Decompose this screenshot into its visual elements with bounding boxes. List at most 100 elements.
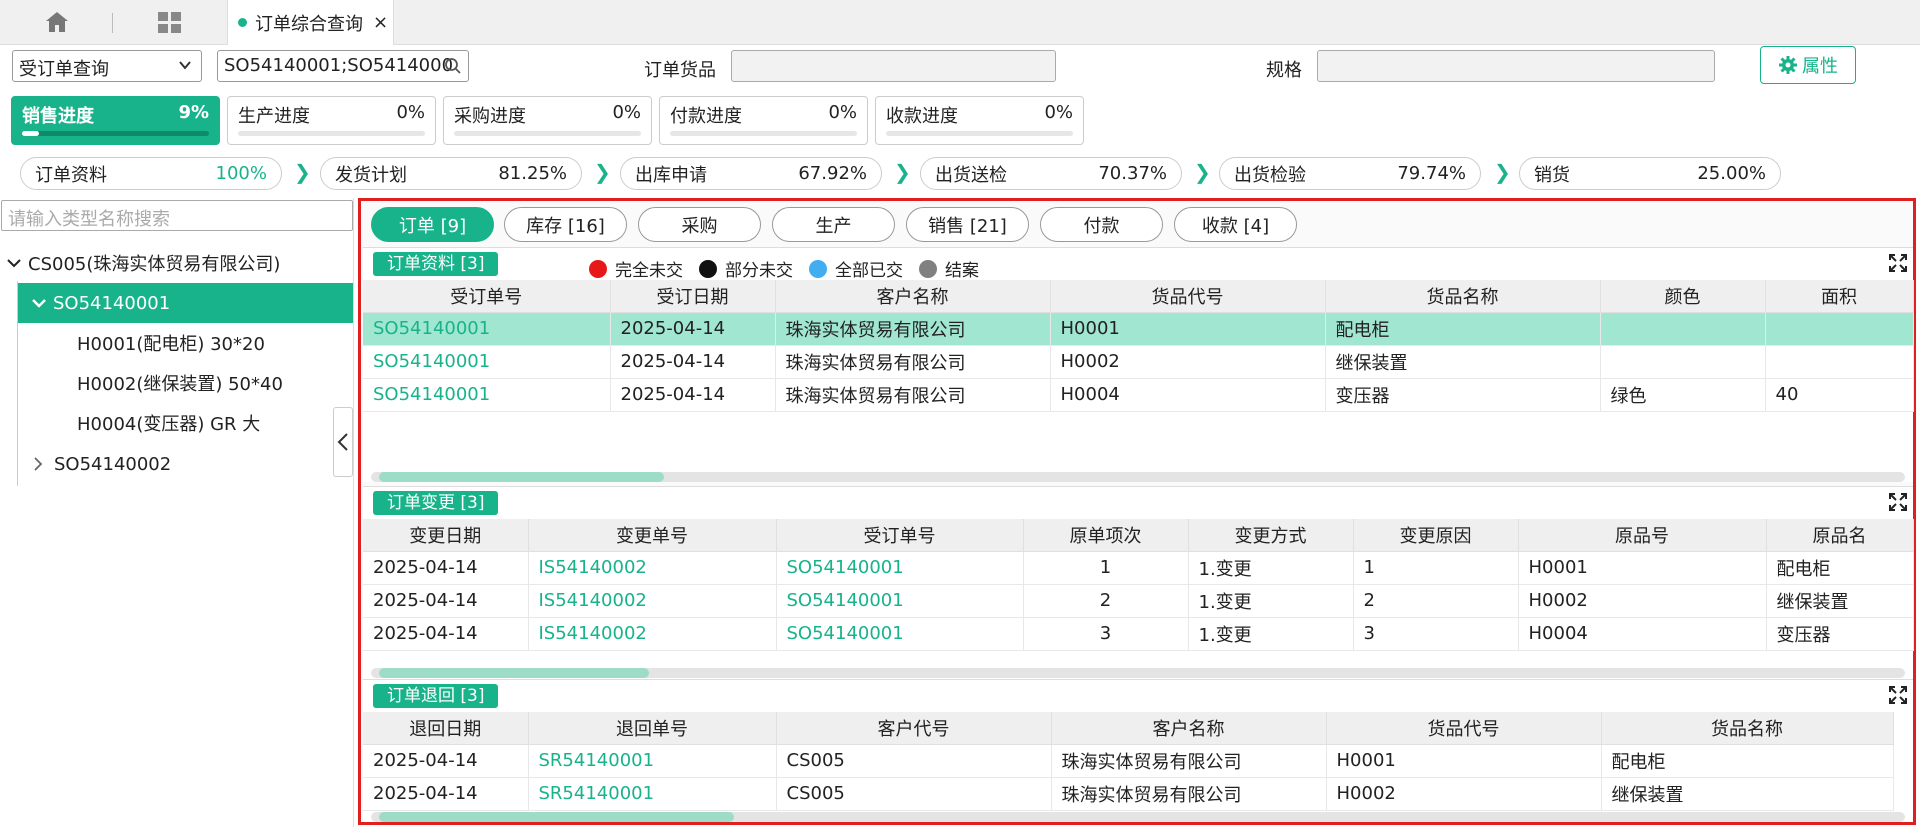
table-cell <box>1765 312 1914 346</box>
query-type-select[interactable]: 受订单查询 <box>12 50 202 82</box>
home-icon[interactable] <box>44 10 70 34</box>
tree-node-item[interactable]: H0004(变压器) GR 大 <box>77 403 260 443</box>
progress-card-purchase[interactable]: 采购进度 0% <box>443 96 652 145</box>
progress-card-production[interactable]: 生产进度 0% <box>227 96 436 145</box>
step-outbound-request[interactable]: 出库申请 67.92% <box>620 157 882 190</box>
progress-card-payment[interactable]: 付款进度 0% <box>659 96 868 145</box>
column-header[interactable]: 变更日期 <box>363 519 529 552</box>
tab-sales[interactable]: 销售 [21] <box>906 207 1029 242</box>
column-header[interactable]: 退回日期 <box>363 712 529 745</box>
legend-dot-black <box>699 259 717 278</box>
scrollbar-thumb[interactable] <box>379 812 734 822</box>
table-row[interactable]: SO54140001 2025-04-14 珠海实体贸易有限公司 H0001 配… <box>363 312 1914 346</box>
order-no-link[interactable]: SO54140001 <box>776 584 1024 618</box>
progress-card-collection[interactable]: 收款进度 0% <box>875 96 1084 145</box>
column-header[interactable]: 货品名称 <box>1601 712 1894 745</box>
close-icon[interactable]: × <box>373 12 388 33</box>
table-row[interactable]: 2025-04-14 IS54140002 SO54140001 2 1.变更 … <box>363 584 1914 618</box>
tab-label: 采购 <box>681 215 718 237</box>
column-header[interactable]: 面积 <box>1765 280 1914 313</box>
column-header[interactable]: 原单项次 <box>1023 519 1189 552</box>
step-shipment-inspection-submit[interactable]: 出货送检 70.37% <box>920 157 1182 190</box>
column-header[interactable]: 货品代号 <box>1326 712 1602 745</box>
table-row[interactable]: 2025-04-14 IS54140002 SO54140001 3 1.变更 … <box>363 617 1914 651</box>
chevron-down-icon[interactable] <box>6 255 22 271</box>
column-header[interactable]: 货品代号 <box>1050 280 1326 313</box>
change-no-link[interactable]: IS54140002 <box>528 551 777 585</box>
chevron-down-icon[interactable] <box>31 295 47 311</box>
column-header[interactable]: 原品号 <box>1518 519 1767 552</box>
step-delivery-plan[interactable]: 发货计划 81.25% <box>320 157 582 190</box>
order-no-link[interactable]: SO54140001 <box>363 378 611 412</box>
change-no-link[interactable]: IS54140002 <box>528 617 777 651</box>
order-no-link[interactable]: SO54140001 <box>363 312 611 346</box>
column-header[interactable]: 客户代号 <box>776 712 1052 745</box>
order-search-input[interactable]: SO54140001;SO5414000 <box>217 50 469 82</box>
tab-payment[interactable]: 付款 <box>1040 207 1163 242</box>
section-title: 订单资料 [3] <box>373 252 499 276</box>
step-shipment-inspection[interactable]: 出货检验 79.74% <box>1219 157 1481 190</box>
tree-search-input[interactable]: 请输入类型名称搜索 <box>1 200 353 231</box>
return-no-link[interactable]: SR54140001 <box>528 744 777 778</box>
table-cell: 1.变更 <box>1188 584 1354 618</box>
column-header[interactable]: 货品名称 <box>1325 280 1601 313</box>
horizontal-scrollbar[interactable] <box>371 472 1905 482</box>
tree-node-item[interactable]: H0002(继保装置) 50*40 <box>77 363 283 403</box>
order-no-link[interactable]: SO54140001 <box>363 345 611 379</box>
tab-collection[interactable]: 收款 [4] <box>1174 207 1297 242</box>
table-row[interactable]: SO54140001 2025-04-14 珠海实体贸易有限公司 H0004 变… <box>363 378 1914 412</box>
fullscreen-icon[interactable] <box>1889 254 1907 272</box>
tab-inventory[interactable]: 库存 [16] <box>504 207 627 242</box>
scrollbar-thumb[interactable] <box>379 472 664 482</box>
table-cell: 配电柜 <box>1766 551 1914 585</box>
column-header[interactable]: 退回单号 <box>528 712 777 745</box>
order-no-link[interactable]: SO54140001 <box>776 617 1024 651</box>
order-no-link[interactable]: SO54140001 <box>776 551 1024 585</box>
progress-card-sales[interactable]: 销售进度 9% <box>11 96 220 145</box>
spec-field[interactable] <box>1317 50 1715 82</box>
goods-field[interactable] <box>731 50 1056 82</box>
table-cell: 继保装置 <box>1601 777 1894 811</box>
column-header[interactable]: 变更方式 <box>1188 519 1354 552</box>
table-row[interactable]: 2025-04-14 SR54140001 CS005 珠海实体贸易有限公司 H… <box>363 777 1894 811</box>
column-header[interactable]: 受订日期 <box>610 280 776 313</box>
tab-label: 付款 <box>1083 215 1120 237</box>
column-header[interactable]: 客户名称 <box>1051 712 1327 745</box>
progress-bar <box>454 131 641 136</box>
column-header[interactable]: 原品名 <box>1766 519 1914 552</box>
tree-node-order[interactable]: SO54140002 <box>30 444 171 484</box>
fullscreen-icon[interactable] <box>1889 686 1907 704</box>
tree-node-item[interactable]: H0001(配电柜) 30*20 <box>77 323 265 363</box>
table-row[interactable]: SO54140001 2025-04-14 珠海实体贸易有限公司 H0002 继… <box>363 345 1914 379</box>
apps-grid-icon[interactable] <box>158 12 182 34</box>
step-sales[interactable]: 销货 25.00% <box>1519 157 1781 190</box>
table-row[interactable]: 2025-04-14 IS54140002 SO54140001 1 1.变更 … <box>363 551 1914 585</box>
column-header[interactable]: 受订单号 <box>363 280 611 313</box>
tree-node-order-selected[interactable]: SO54140001 <box>17 283 353 323</box>
collapse-panel-button[interactable] <box>333 407 353 477</box>
horizontal-scrollbar[interactable] <box>371 812 1905 822</box>
tab-purchase[interactable]: 采购 <box>638 207 761 242</box>
fullscreen-icon[interactable] <box>1889 493 1907 511</box>
scrollbar-thumb[interactable] <box>379 668 649 678</box>
step-value: 81.25% <box>498 163 567 184</box>
attribute-button[interactable]: 属性 <box>1760 46 1856 84</box>
tab-orders[interactable]: 订单 [9] <box>371 207 494 242</box>
step-order-info[interactable]: 订单资料 100% <box>20 157 282 190</box>
search-icon[interactable] <box>444 57 462 75</box>
change-no-link[interactable]: IS54140002 <box>528 584 777 618</box>
search-value: SO54140001;SO5414000 <box>224 55 454 76</box>
column-header[interactable]: 颜色 <box>1600 280 1766 313</box>
tab-production[interactable]: 生产 <box>772 207 895 242</box>
column-header[interactable]: 受订单号 <box>776 519 1024 552</box>
horizontal-scrollbar[interactable] <box>371 668 1905 678</box>
column-header[interactable]: 变更原因 <box>1353 519 1519 552</box>
chevron-right-icon[interactable] <box>30 456 46 472</box>
tab-order-query[interactable]: 订单综合查询 × <box>227 0 394 45</box>
column-header[interactable]: 客户名称 <box>775 280 1051 313</box>
table-row[interactable]: 2025-04-14 SR54140001 CS005 珠海实体贸易有限公司 H… <box>363 744 1894 778</box>
return-no-link[interactable]: SR54140001 <box>528 777 777 811</box>
tree-node-label: H0002(继保装置) 50*40 <box>77 374 283 395</box>
tree-node-customer[interactable]: CS005(珠海实体贸易有限公司) <box>6 243 280 283</box>
column-header[interactable]: 变更单号 <box>528 519 777 552</box>
